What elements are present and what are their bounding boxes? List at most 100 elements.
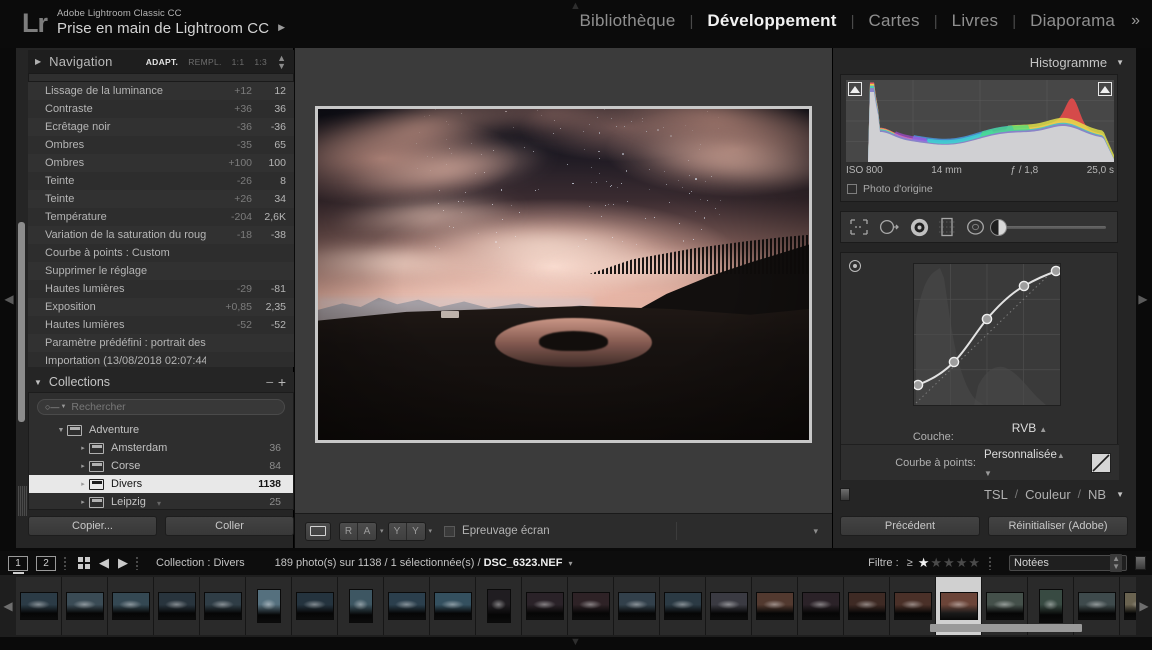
filmstrip-scrollbar[interactable] — [930, 624, 1082, 632]
history-row[interactable]: Exposition +0,85 2,35 — [28, 298, 294, 316]
reset-button[interactable]: Réinitialiser (Adobe) — [988, 516, 1128, 536]
history-row[interactable]: Courbe à points : Custom — [28, 244, 294, 262]
filmstrip-next-icon[interactable]: ▶ — [1136, 599, 1152, 613]
left-panel-scrollbar[interactable] — [18, 222, 25, 422]
compare-caret-icon[interactable]: ▾ — [429, 527, 433, 535]
filmstrip-thumbnail[interactable] — [660, 577, 706, 635]
filmstrip-thumbnail[interactable] — [108, 577, 154, 635]
collections-disclosure-icon[interactable]: ▼ — [34, 378, 42, 387]
loupe-view-button[interactable] — [305, 521, 331, 541]
filmstrip-thumbnail[interactable] — [246, 577, 292, 635]
adjustment-brush-slider[interactable] — [990, 218, 1106, 236]
filmstrip-thumbnail[interactable] — [16, 577, 62, 635]
navigator-preview[interactable] — [28, 73, 294, 82]
zoom-stepper-icon[interactable]: ▲ ▼ — [277, 53, 286, 70]
couleur-tab[interactable]: Couleur — [1025, 487, 1071, 502]
filmstrip-prev-icon[interactable]: ◀ — [0, 599, 16, 613]
module-diaporama[interactable]: Diaporama — [1016, 11, 1129, 31]
history-row[interactable]: Lissage de la luminance +12 12 — [28, 82, 294, 100]
star-rating-2[interactable]: ★ — [930, 555, 942, 571]
star-rating-4[interactable]: ★ — [956, 555, 968, 571]
filter-toggle-icon[interactable] — [1135, 556, 1146, 570]
filmstrip-thumbnail[interactable] — [476, 577, 522, 635]
radial-filter-icon[interactable] — [965, 218, 986, 236]
filmstrip-thumbnail[interactable] — [384, 577, 430, 635]
adjustment-brush-icon[interactable] — [990, 218, 1007, 236]
tone-curve-graph[interactable] — [913, 263, 1061, 406]
history-row[interactable]: Hautes lumières -29 -81 — [28, 280, 294, 298]
histogram-disclosure-icon[interactable]: ▼ — [1116, 58, 1124, 67]
crop-overlay-icon[interactable] — [849, 218, 869, 236]
filmstrip-thumbnail[interactable] — [1120, 577, 1136, 635]
copy-button[interactable]: Copier... — [28, 516, 157, 536]
shadow-clipping-icon[interactable] — [848, 82, 862, 96]
before-after-caret-icon[interactable]: ▾ — [380, 527, 384, 535]
filmstrip-thumbnail[interactable] — [844, 577, 890, 635]
left-panel-resize-grip[interactable] — [18, 486, 27, 516]
history-row[interactable]: Teinte -26 8 — [28, 172, 294, 190]
filmstrip-thumbnail[interactable] — [430, 577, 476, 635]
history-row[interactable]: Température -204 2,6K — [28, 208, 294, 226]
collection-disclosure-icon[interactable]: ▼ — [55, 427, 67, 434]
collection-item[interactable]: ▼ Adventure — [29, 421, 293, 439]
filmstrip-thumbnail[interactable] — [798, 577, 844, 635]
filmstrip-thumbnail[interactable] — [752, 577, 798, 635]
filter-preset-select[interactable]: Notées ▲ ▼ — [1009, 554, 1127, 572]
soft-proof-checkbox[interactable] — [444, 525, 456, 537]
adjustment-brush-group[interactable] — [990, 218, 1106, 236]
collapse-bottom-arrow-icon[interactable]: ▼ — [570, 637, 581, 648]
before-after-button[interactable]: R A — [339, 521, 377, 541]
filmstrip-thumbnail[interactable] — [568, 577, 614, 635]
collection-item[interactable]: ▸ Divers 1138 — [29, 475, 293, 493]
filmstrip-thumbnail[interactable] — [338, 577, 384, 635]
spot-removal-icon[interactable] — [879, 218, 900, 236]
collections-search-input[interactable]: ○— ▼ Rechercher — [37, 399, 285, 415]
navigator-header[interactable]: ▶ Navigation ADAPT. REMPL. 1:1 1:3 ▲ ▼ — [28, 50, 294, 73]
nb-tab[interactable]: NB — [1088, 487, 1106, 502]
red-eye-correction-icon[interactable] — [910, 218, 929, 237]
history-row[interactable]: Supprimer le réglage — [28, 262, 294, 280]
filmstrip-thumbnail[interactable] — [200, 577, 246, 635]
filmstrip-thumbnail[interactable] — [292, 577, 338, 635]
module-cartes[interactable]: Cartes — [854, 11, 933, 31]
point-curve-value-group[interactable]: Personnalisée▲ ▼ — [984, 445, 1065, 481]
back-arrow-icon[interactable]: ◀ — [99, 555, 109, 571]
collapse-top-arrow-icon[interactable]: ▲ — [570, 1, 581, 12]
collection-disclosure-icon[interactable]: ▸ — [77, 444, 89, 452]
history-row[interactable]: Variation de la saturation du rouge -18 -3… — [28, 226, 294, 244]
compare-view-button[interactable]: Y Y — [387, 521, 426, 541]
filename-caret-icon[interactable]: ▾ — [568, 559, 572, 568]
filter-operator[interactable]: ≥ — [907, 557, 913, 569]
current-collection-label[interactable]: Collection : Divers — [156, 557, 245, 569]
collapse-left-arrow-icon[interactable]: ◀ — [3, 290, 15, 308]
module-livres[interactable]: Livres — [938, 11, 1013, 31]
history-row[interactable]: Ombres +100 100 — [28, 154, 294, 172]
graduated-filter-icon[interactable] — [939, 217, 955, 237]
collection-disclosure-icon[interactable]: ▸ — [77, 498, 89, 506]
paste-button[interactable]: Coller — [165, 516, 294, 536]
collections-header[interactable]: ▼ Collections − + — [28, 372, 294, 392]
star-rating-1[interactable]: ★ — [918, 555, 930, 571]
filmstrip-thumbnail[interactable] — [614, 577, 660, 635]
collections-remove-button[interactable]: − — [266, 374, 278, 390]
filmstrip-thumbnail[interactable] — [522, 577, 568, 635]
collection-disclosure-icon[interactable]: ▸ — [77, 480, 89, 488]
histogram-header[interactable]: Histogramme ▼ — [840, 52, 1128, 72]
module-bibliotheque[interactable]: Bibliothèque — [566, 11, 690, 31]
module-play-icon[interactable]: ▶ — [278, 22, 285, 33]
star-rating-3[interactable]: ★ — [943, 555, 955, 571]
main-photo[interactable] — [318, 109, 809, 440]
filmstrip-thumbnail[interactable] — [154, 577, 200, 635]
histogram-graph[interactable] — [846, 80, 1114, 162]
original-photo-row[interactable]: Photo d'origine — [847, 183, 933, 195]
history-row[interactable]: Ecrêtage noir -36 -36 — [28, 118, 294, 136]
zoom-option-1-1[interactable]: 1:1 — [232, 57, 245, 67]
point-curve-edit-icon[interactable] — [1091, 453, 1111, 473]
history-row[interactable]: Importation (13/08/2018 02:07:44) — [28, 352, 294, 367]
toolbar-options-caret-icon[interactable]: ▾ — [813, 526, 822, 537]
module-overflow-icon[interactable]: » — [1129, 12, 1140, 30]
star-rating-5[interactable]: ★ — [968, 555, 980, 571]
chevron-down-icon[interactable]: ▼ — [60, 404, 66, 410]
window-1-button[interactable]: 1 — [8, 555, 28, 574]
collection-item[interactable]: ▸ Amsterdam 36 — [29, 439, 293, 457]
